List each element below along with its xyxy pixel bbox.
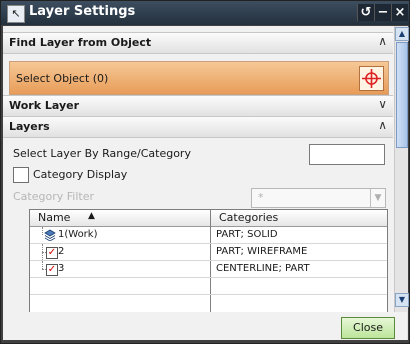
- categories-column-label: Categories: [219, 211, 279, 224]
- name-column-header[interactable]: Name ▲: [30, 210, 210, 227]
- title-bar[interactable]: ↖ Layer Settings ↺ − ×: [1, 1, 409, 25]
- dropdown-arrow-icon[interactable]: ▼: [370, 189, 385, 207]
- work-layer-section-header[interactable]: Work Layer ∨: [3, 95, 393, 117]
- table-row: [30, 278, 387, 295]
- dialog-title: Layer Settings: [29, 4, 136, 19]
- sort-ascending-icon: ▲: [88, 211, 95, 221]
- table-row: [30, 295, 387, 311]
- layer-categories: PART; SOLID: [216, 229, 278, 240]
- close-button[interactable]: Close: [341, 317, 395, 339]
- layer-visible-checkbox[interactable]: ✓: [46, 247, 58, 259]
- tree-connector: [42, 261, 44, 269]
- select-object-label: Select Object (0): [16, 72, 109, 85]
- layer-categories: CENTERLINE; PART: [216, 263, 310, 274]
- name-column-label: Name: [38, 211, 71, 224]
- select-object-row[interactable]: Select Object (0): [9, 61, 389, 95]
- work-layer-section-label: Work Layer: [9, 99, 80, 112]
- range-category-label: Select Layer By Range/Category: [13, 147, 191, 160]
- layer-visible-checkbox[interactable]: ✓: [46, 264, 58, 276]
- layer-settings-dialog: ↖ Layer Settings ↺ − × Find Layer from O…: [0, 0, 410, 344]
- range-category-input[interactable]: [309, 144, 385, 165]
- find-layer-section-header[interactable]: Find Layer from Object ∧: [3, 32, 393, 54]
- dialog-content: Find Layer from Object ∧ Select Object (…: [3, 26, 393, 340]
- scroll-down-icon[interactable]: ▼: [395, 293, 409, 307]
- dialog-footer: Close: [3, 312, 407, 340]
- close-window-button[interactable]: ×: [391, 4, 408, 21]
- layers-stack-icon: [44, 229, 56, 241]
- category-filter-value: *: [258, 191, 264, 204]
- scroll-up-icon[interactable]: ▲: [395, 27, 409, 41]
- dialog-arrow-icon: ↖: [7, 5, 25, 23]
- layer-name: 1(Work): [58, 229, 98, 240]
- vertical-scrollbar[interactable]: ▲ ▼: [394, 26, 409, 340]
- scroll-thumb[interactable]: [396, 42, 408, 148]
- category-filter-dropdown[interactable]: * ▼: [251, 188, 386, 208]
- chevron-up-icon[interactable]: ∧: [378, 118, 387, 132]
- layer-categories: PART; WIREFRAME: [216, 246, 308, 257]
- minimize-button[interactable]: −: [374, 4, 391, 21]
- reset-button[interactable]: ↺: [357, 4, 374, 21]
- crosshair-icon: [362, 69, 381, 88]
- layer-name: 3: [58, 263, 65, 274]
- category-display-checkbox[interactable]: [13, 167, 29, 183]
- chevron-up-icon[interactable]: ∧: [378, 34, 387, 48]
- table-row[interactable]: 1(Work) PART; SOLID: [30, 227, 387, 244]
- layers-section-label: Layers: [9, 120, 50, 133]
- dialog-body: Find Layer from Object ∧ Select Object (…: [3, 26, 409, 340]
- table-row[interactable]: ✓ 2 PART; WIREFRAME: [30, 244, 387, 261]
- chevron-down-icon[interactable]: ∨: [378, 97, 387, 111]
- layers-section-header[interactable]: Layers ∧: [3, 116, 393, 138]
- categories-column-header[interactable]: Categories: [211, 210, 387, 227]
- find-layer-section-label: Find Layer from Object: [9, 36, 152, 49]
- category-display-label: Category Display: [33, 168, 128, 181]
- table-row[interactable]: ✓ 3 CENTERLINE; PART: [30, 261, 387, 278]
- select-object-button[interactable]: [359, 66, 384, 91]
- category-filter-label: Category Filter: [13, 190, 94, 203]
- layer-name: 2: [58, 246, 65, 257]
